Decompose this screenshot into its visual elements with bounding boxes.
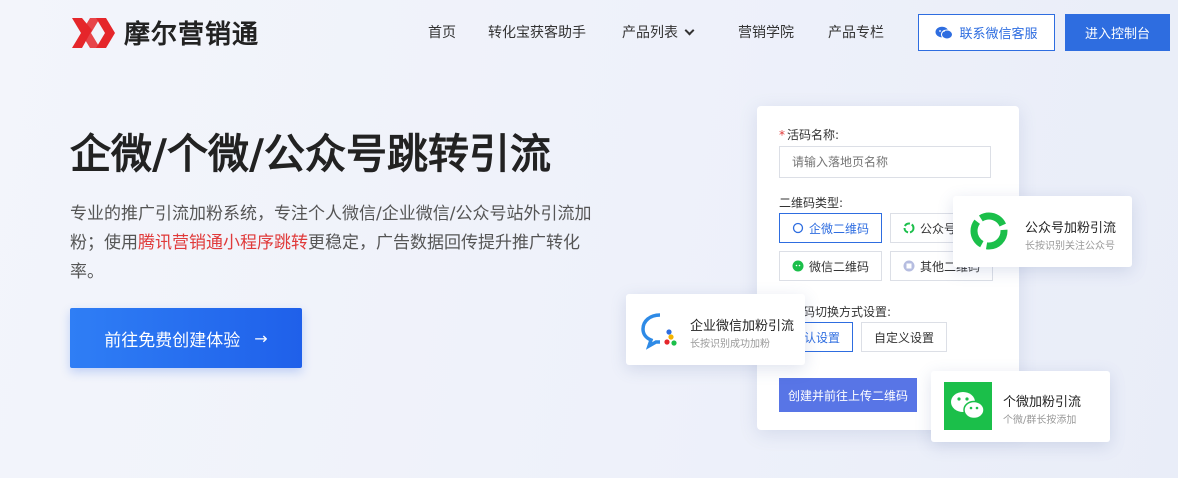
free-trial-button[interactable]: 前往免费创建体验 → xyxy=(70,308,302,368)
wechat-logo-icon xyxy=(944,382,992,430)
free-trial-label: 前往免费创建体验 xyxy=(104,330,241,351)
wecom-logo-icon xyxy=(641,313,677,350)
nav-product-list[interactable]: 产品列表 xyxy=(622,22,695,42)
nav-conversion-assistant[interactable]: 转化宝获客助手 xyxy=(488,22,586,42)
personal-wechat-card: 个微加粉引流 个微/群长按添加 xyxy=(931,371,1110,442)
page-name-input[interactable] xyxy=(779,146,991,178)
type-label: 二维码类型: xyxy=(779,196,844,210)
official-account-card: 公众号加粉引流 长按识别关注公众号 xyxy=(953,196,1132,267)
personal-wechat-subtitle: 个微/群长按添加 xyxy=(1003,415,1077,426)
hero-title: 企微/个微/公众号跳转引流 xyxy=(70,130,551,178)
other-qr-icon xyxy=(903,260,915,272)
wechat-service-label: 联系微信客服 xyxy=(959,27,1038,42)
wecom-title: 企业微信加粉引流 xyxy=(690,319,795,334)
official-account-title: 公众号加粉引流 xyxy=(1025,221,1117,236)
logo[interactable]: 摩尔营销通 xyxy=(70,14,259,51)
official-account-logo-icon xyxy=(970,212,1008,250)
type-wechat-label: 微信二维码 xyxy=(809,259,870,274)
wechat-green-icon xyxy=(792,260,804,272)
switch-custom-option[interactable]: 自定义设置 xyxy=(861,322,947,352)
logo-mark-icon xyxy=(72,17,115,48)
wecom-icon xyxy=(792,222,804,234)
type-official-label: 公众号 xyxy=(920,221,957,236)
hero-description: 专业的推广引流加粉系统，专注个人微信/企业微信/公众号站外引流加粉；使用腾讯营销… xyxy=(70,200,600,287)
name-label: * 活码名称: xyxy=(779,126,839,143)
wecom-subtitle: 长按识别成功加粉 xyxy=(690,339,770,350)
official-account-icon xyxy=(903,222,915,234)
hero-desc-highlight[interactable]: 腾讯营销通小程序跳转 xyxy=(138,233,308,253)
nav-home[interactable]: 首页 xyxy=(428,22,456,42)
arrow-right-icon: → xyxy=(254,328,268,348)
official-account-subtitle: 长按识别关注公众号 xyxy=(1025,241,1115,252)
brand-name: 摩尔营销通 xyxy=(124,20,260,50)
name-label-text: 活码名称: xyxy=(787,128,840,142)
type-wecom-option[interactable]: 企微二维码 xyxy=(779,213,882,243)
wecom-card: 企业微信加粉引流 长按识别成功加粉 xyxy=(626,294,805,365)
chevron-down-icon xyxy=(684,25,695,36)
required-mark: * xyxy=(779,128,785,142)
personal-wechat-title: 个微加粉引流 xyxy=(1003,395,1082,410)
type-wechat-option[interactable]: 微信二维码 xyxy=(779,251,882,281)
console-button[interactable]: 进入控制台 xyxy=(1065,14,1170,51)
type-wecom-label: 企微二维码 xyxy=(809,221,870,236)
nav-product-column[interactable]: 产品专栏 xyxy=(828,22,884,42)
nav-marketing-academy[interactable]: 营销学院 xyxy=(738,22,794,42)
wechat-service-button[interactable]: 联系微信客服 xyxy=(918,14,1055,51)
wechat-icon xyxy=(935,26,954,39)
create-upload-button[interactable]: 创建并前往上传二维码 xyxy=(779,378,917,412)
nav-product-list-label: 产品列表 xyxy=(622,25,678,41)
